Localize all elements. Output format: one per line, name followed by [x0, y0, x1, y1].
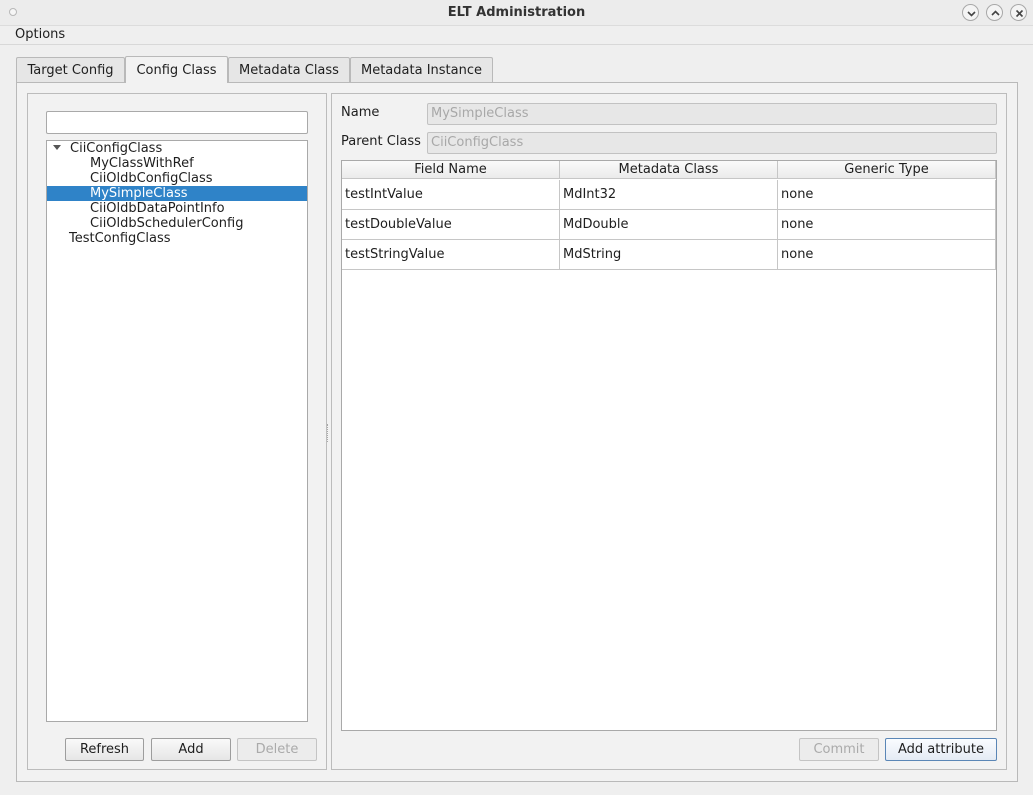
delete-button[interactable]: Delete	[237, 738, 317, 761]
name-label: Name	[341, 105, 380, 120]
tab-metadata-instance[interactable]: Metadata Instance	[350, 57, 493, 82]
table-cell[interactable]: MdInt32	[560, 180, 778, 210]
tree-item-ciioldbdatapointinfo[interactable]: CiiOldbDataPointInfo	[47, 201, 307, 216]
minimize-button[interactable]	[962, 4, 979, 21]
chevron-up-icon	[991, 10, 1000, 16]
tree-item-label: CiiConfigClass	[70, 141, 163, 156]
tree-item-label: MyClassWithRef	[90, 156, 194, 171]
column-header-generic-type[interactable]: Generic Type	[778, 161, 996, 179]
tree-item-label: MySimpleClass	[90, 186, 188, 201]
parent-class-label: Parent Class	[341, 134, 421, 149]
table-cell[interactable]: none	[778, 240, 996, 270]
tab-config-class[interactable]: Config Class	[125, 56, 228, 83]
tree-item-ciioldbschedulerconfig[interactable]: CiiOldbSchedulerConfig	[47, 216, 307, 231]
tree-item-label: CiiOldbSchedulerConfig	[90, 216, 244, 231]
chevron-down-icon	[967, 11, 976, 17]
refresh-button[interactable]: Refresh	[65, 738, 144, 761]
table-cell[interactable]: MdDouble	[560, 210, 778, 240]
table-cell[interactable]: testIntValue	[342, 180, 560, 210]
table-cell[interactable]: none	[778, 210, 996, 240]
column-header-field-name[interactable]: Field Name	[342, 161, 560, 179]
table-cell[interactable]: testDoubleValue	[342, 210, 560, 240]
parent-class-field[interactable]: CiiConfigClass	[427, 132, 997, 154]
window-title: ELT Administration	[447, 5, 586, 20]
tree-item-label: TestConfigClass	[69, 231, 171, 246]
splitter-handle[interactable]	[327, 424, 330, 442]
tree-item-ciioldbconfigclass[interactable]: CiiOldbConfigClass	[47, 171, 307, 186]
table-cell[interactable]: MdString	[560, 240, 778, 270]
tree-item-mysimpleclass[interactable]: MySimpleClass	[47, 186, 307, 201]
menu-options[interactable]: Options	[15, 27, 65, 43]
tree-item-label: CiiOldbDataPointInfo	[90, 201, 225, 216]
column-header-metadata-class[interactable]: Metadata Class	[560, 161, 778, 179]
tab-metadata-class[interactable]: Metadata Class	[228, 57, 350, 82]
tree-item-testconfigclass[interactable]: TestConfigClass	[47, 231, 307, 246]
commit-button[interactable]: Commit	[799, 738, 879, 761]
tree-search-input[interactable]	[46, 111, 308, 134]
close-button[interactable]	[1010, 4, 1027, 21]
add-button[interactable]: Add	[151, 738, 231, 761]
tree-item-ciiconfigclass[interactable]: CiiConfigClass	[47, 141, 307, 156]
close-icon	[1015, 9, 1024, 18]
add-attribute-button[interactable]: Add attribute	[885, 738, 997, 761]
menu-bar	[0, 26, 1033, 45]
tree-item-myclasswithref[interactable]: MyClassWithRef	[47, 156, 307, 171]
name-field[interactable]: MySimpleClass	[427, 103, 997, 125]
maximize-button[interactable]	[986, 4, 1003, 21]
table-cell[interactable]: testStringValue	[342, 240, 560, 270]
table-cell[interactable]: none	[778, 180, 996, 210]
tree-item-label: CiiOldbConfigClass	[90, 171, 213, 186]
tab-target-config[interactable]: Target Config	[16, 57, 125, 82]
